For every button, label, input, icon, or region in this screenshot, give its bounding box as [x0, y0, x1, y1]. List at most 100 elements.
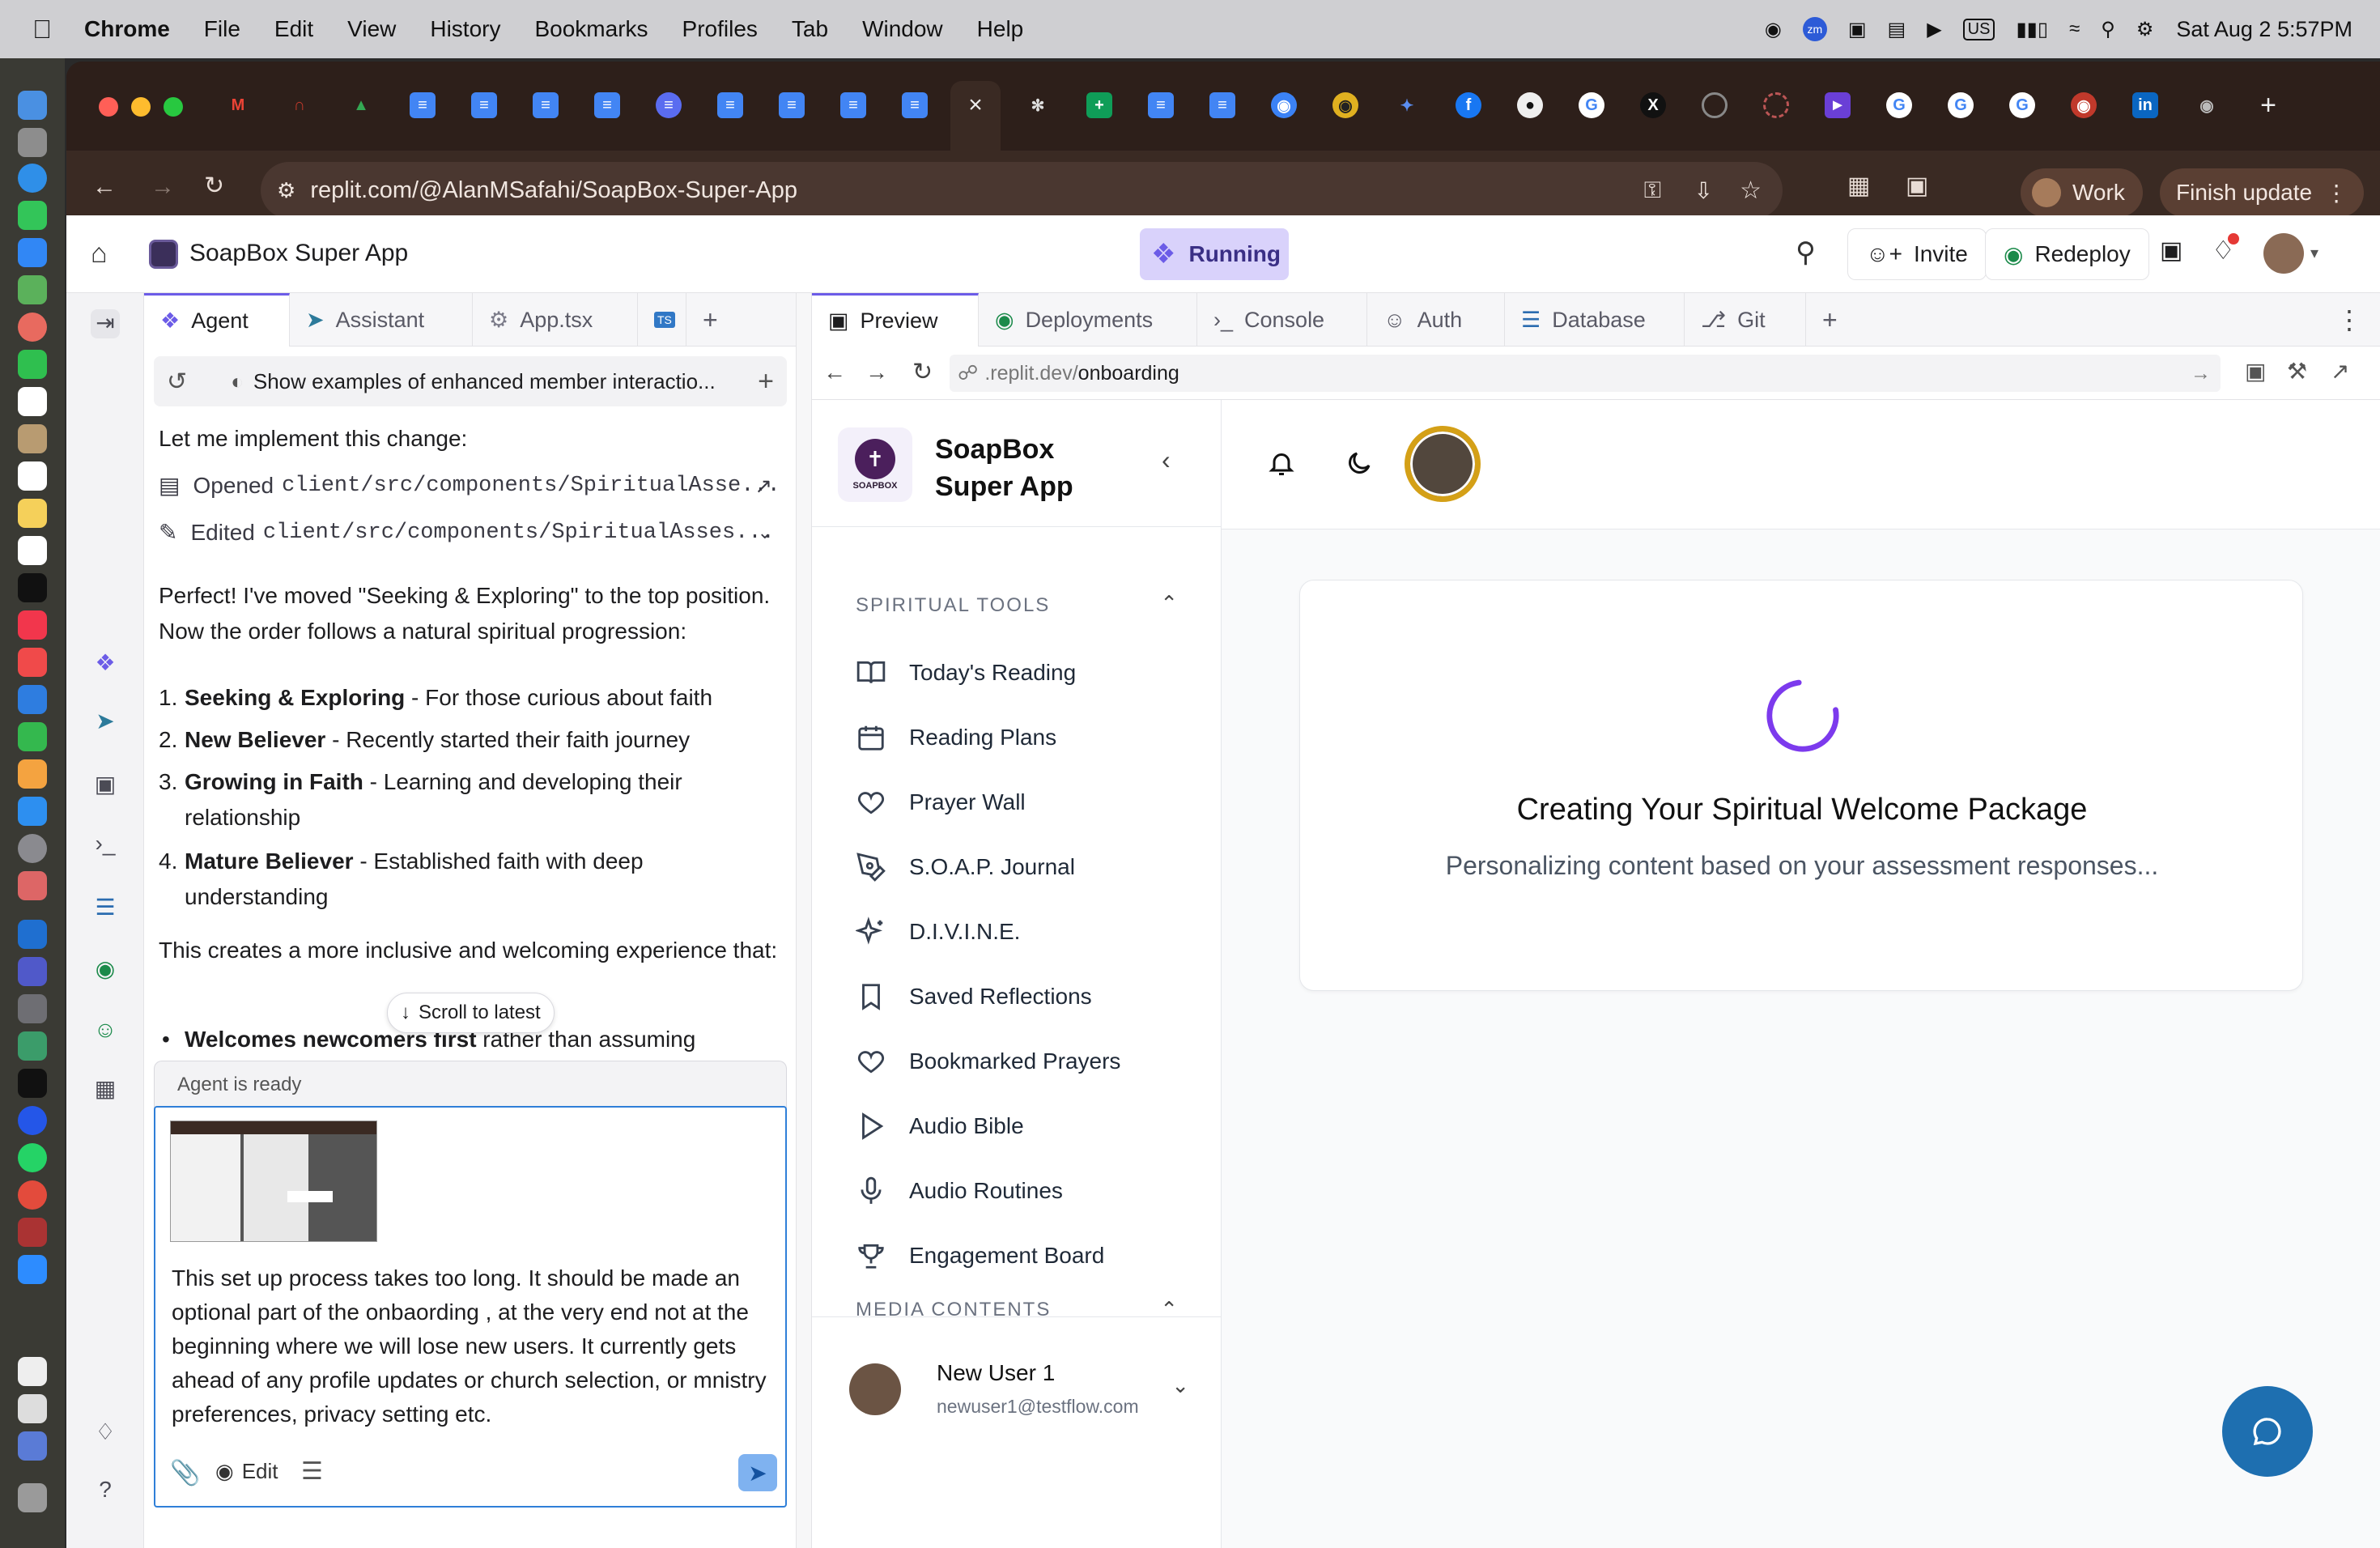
search-icon[interactable]: ⚲ — [1796, 236, 1816, 269]
dock-app-icon[interactable] — [18, 1031, 47, 1061]
sheets-tab-icon[interactable]: + — [1086, 92, 1112, 118]
document-icon[interactable] — [18, 1357, 47, 1386]
preview-back-icon[interactable]: ← — [823, 359, 846, 385]
preview-reload-icon[interactable]: ↻ — [912, 358, 933, 386]
news-icon[interactable] — [18, 648, 47, 677]
mail-icon[interactable] — [18, 238, 47, 267]
terminal-icon[interactable] — [18, 1069, 47, 1098]
dock-app-icon[interactable] — [18, 871, 47, 900]
tab-icon[interactable]: ► — [1825, 92, 1851, 118]
pages-icon[interactable] — [18, 759, 47, 789]
tab-assistant[interactable]: ➤ Assistant — [290, 293, 473, 347]
tab-app-tsx[interactable]: ⚙ App.tsx — [473, 293, 638, 347]
shell-tool-icon[interactable]: ›_ — [91, 831, 120, 860]
dock-app-icon[interactable] — [18, 128, 47, 157]
tab-console[interactable]: ›_ Console — [1197, 293, 1367, 347]
x-tab-icon[interactable]: X — [1640, 92, 1666, 118]
menu-history[interactable]: History — [430, 16, 500, 42]
back-icon[interactable]: ← — [92, 173, 117, 201]
address-bar[interactable]: ⚙ replit.com/@AlanMSafahi/SoapBox-Super-… — [261, 162, 1783, 219]
maps-icon[interactable] — [18, 275, 47, 304]
help-icon[interactable]: ? — [91, 1477, 120, 1506]
menu-help[interactable]: Help — [977, 16, 1024, 42]
docs-tab-icon[interactable]: ≡ — [533, 92, 559, 118]
tab-search-icon[interactable]: ▣ — [1906, 172, 1928, 200]
header-avatar[interactable] — [1405, 426, 1481, 502]
tab-icon[interactable]: ◉ — [2071, 92, 2097, 118]
moon-icon[interactable] — [1345, 449, 1374, 478]
app-store-icon[interactable] — [18, 797, 47, 826]
spotlight-search-icon[interactable]: ⚲ — [2101, 18, 2115, 41]
preview-forward-icon[interactable]: → — [865, 359, 888, 385]
home-icon[interactable]: ⌂ — [91, 238, 108, 270]
bell-icon[interactable] — [1267, 449, 1296, 478]
go-arrow-icon[interactable]: → — [2191, 362, 2211, 385]
tab-icon[interactable]: ∩ — [287, 92, 312, 118]
google-tab-icon[interactable]: G — [1579, 92, 1604, 118]
docs-tab-icon[interactable]: ≡ — [779, 92, 805, 118]
edited-file-row[interactable]: ✎ Edited client/src/components/Spiritual… — [159, 515, 782, 551]
chat-composer[interactable]: This set up process takes too long. It s… — [154, 1106, 787, 1508]
preview-url-field[interactable]: ☍ .replit.dev/ onboarding → — [950, 355, 2221, 392]
google-tab-icon[interactable]: G — [1948, 92, 1974, 118]
menu-edit[interactable]: Edit — [274, 16, 313, 42]
docs-tab-icon[interactable]: ≡ — [1209, 92, 1235, 118]
play-status-icon[interactable]: ▶ — [1927, 18, 1941, 41]
downloads-icon[interactable] — [18, 1431, 47, 1461]
docs-tab-icon[interactable]: ≡ — [594, 92, 620, 118]
messages-icon[interactable] — [18, 201, 47, 230]
chrome-icon[interactable] — [18, 1180, 47, 1210]
assistant-tool-icon[interactable]: ➤ — [91, 708, 120, 737]
nav-reading-plans[interactable]: Reading Plans — [856, 722, 1056, 753]
menu-bookmarks[interactable]: Bookmarks — [534, 16, 648, 42]
nav-soap-journal[interactable]: S.O.A.P. Journal — [856, 852, 1075, 882]
user-profile-menu[interactable]: New User 1 newuser1@testflow.com ⌄ — [849, 1357, 1197, 1430]
nav-divine[interactable]: D.I.V.I.N.E. — [856, 916, 1020, 947]
tab-icon[interactable]: ◉ — [1271, 92, 1297, 118]
collapse-panel-icon[interactable]: ⇥ — [91, 309, 120, 338]
tab-database[interactable]: ☰ Database — [1505, 293, 1685, 347]
freeform-icon[interactable] — [18, 536, 47, 565]
run-status-button[interactable]: ❖ Running — [1140, 228, 1289, 280]
nav-bookmarked-prayers[interactable]: Bookmarked Prayers — [856, 1046, 1120, 1077]
bookmark-star-icon[interactable]: ☆ — [1740, 176, 1762, 205]
docs-tab-icon[interactable]: ≡ — [717, 92, 743, 118]
apple-icon[interactable]:  — [32, 15, 52, 45]
nav-prayer-wall[interactable]: Prayer Wall — [856, 787, 1026, 818]
settings-sliders-icon[interactable]: ☰ — [301, 1457, 323, 1486]
extensions-icon[interactable]: ▦ — [1847, 172, 1870, 200]
database-tool-icon[interactable]: ☰ — [91, 894, 120, 923]
site-info-icon[interactable]: ⚙ — [277, 178, 295, 203]
drive-tab-icon[interactable]: ▲ — [348, 92, 374, 118]
deployments-tool-icon[interactable]: ◉ — [91, 955, 120, 985]
chat-thread-title[interactable]: Show examples of enhanced member interac… — [253, 369, 716, 394]
new-chat-button[interactable]: + — [758, 366, 774, 398]
close-window-button[interactable] — [99, 97, 118, 117]
scroll-to-latest-button[interactable]: ↓ Scroll to latest — [387, 993, 555, 1033]
opened-file-row[interactable]: ▤ Opened client/src/components/Spiritual… — [159, 468, 782, 504]
control-center-icon[interactable]: ⚙ — [2136, 18, 2154, 41]
status-icon[interactable]: ◉ — [1765, 18, 1782, 41]
photos-icon[interactable] — [18, 313, 47, 342]
preview-tool-icon[interactable]: ▣ — [91, 771, 120, 800]
nav-audio-bible[interactable]: Audio Bible — [856, 1111, 1024, 1142]
keynote-icon[interactable] — [18, 685, 47, 714]
facetime-icon[interactable] — [18, 350, 47, 379]
google-tab-icon[interactable]: G — [2009, 92, 2035, 118]
reminders-icon[interactable] — [18, 461, 47, 491]
tab-agent[interactable]: ❖ Agent — [144, 293, 290, 347]
user-avatar[interactable] — [2263, 233, 2304, 274]
maximize-window-button[interactable] — [164, 97, 183, 117]
nav-engagement-board[interactable]: Engagement Board — [856, 1240, 1104, 1271]
dictionary-icon[interactable] — [18, 1218, 47, 1247]
site-logo[interactable]: ✝ SOAPBOX — [838, 427, 912, 502]
outlook-icon[interactable] — [18, 920, 47, 949]
notes-icon[interactable] — [18, 499, 47, 528]
github-tab-icon[interactable]: ● — [1517, 92, 1543, 118]
edit-mode-button[interactable]: ◉ Edit — [215, 1459, 278, 1484]
tab-preview[interactable]: ▣ Preview — [812, 293, 979, 347]
tv-icon[interactable] — [18, 573, 47, 602]
open-external-icon[interactable]: ↗ — [754, 468, 772, 504]
attach-paperclip-icon[interactable]: 📎 — [170, 1459, 200, 1487]
docs-tab-icon[interactable]: ≡ — [902, 92, 928, 118]
